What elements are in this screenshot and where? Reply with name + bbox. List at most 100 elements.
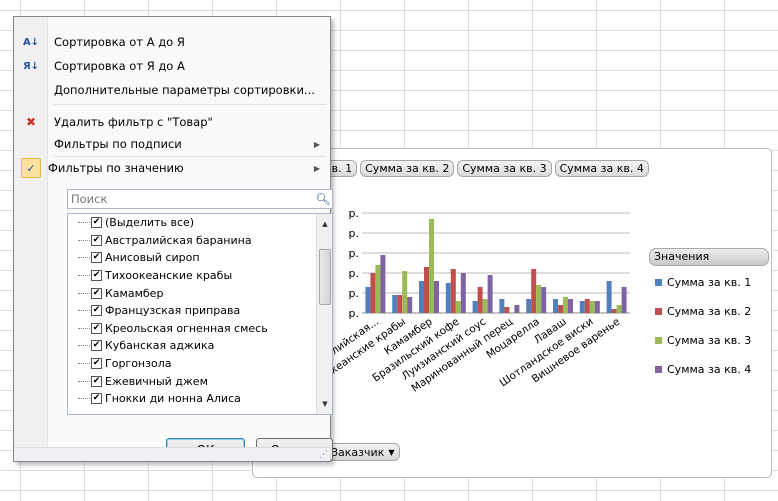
checkbox[interactable]: ✔ [91, 358, 102, 370]
filter-dropdown-menu: А↓ Сортировка от А до Я Я↓ Сортировка от Я … [13, 16, 333, 462]
bar[interactable] [541, 287, 547, 313]
list-item-label: Гнокки ди нонна Алиса [105, 392, 241, 406]
legend-label: Сумма за кв. 4 [667, 363, 752, 376]
checkbox[interactable]: ✔ [91, 252, 102, 264]
bar[interactable] [402, 271, 408, 313]
bar[interactable] [450, 269, 456, 313]
filter-value-list[interactable]: ✔ (Выделить все) ✔ Австралийская баранина ✔ А… [67, 213, 333, 415]
checkbox[interactable]: ✔ [91, 217, 102, 229]
checkbox[interactable]: ✔ [91, 287, 102, 299]
value-field-chip[interactable]: Сумма за кв. 2 [360, 160, 455, 177]
list-item-label: Тихоокеанские крабы [105, 269, 233, 283]
bar[interactable] [563, 297, 568, 313]
bar[interactable] [472, 301, 478, 313]
menu-item-5[interactable]: Фильтры по подписи ▶ [14, 133, 330, 155]
menu-item-2[interactable]: Я↓ Сортировка от Я до А [14, 55, 330, 77]
checkbox[interactable]: ✔ [91, 322, 102, 334]
clear-filter-icon: ✖ [25, 115, 37, 129]
scroll-thumb[interactable] [319, 249, 331, 305]
bar[interactable] [392, 295, 398, 313]
tree-line [78, 345, 90, 347]
checkbox[interactable]: ✔ [91, 340, 102, 352]
checkbox[interactable]: ✔ [91, 305, 102, 317]
bar[interactable] [589, 301, 595, 313]
bar[interactable] [531, 269, 537, 313]
list-item[interactable]: ✔ Креольская огненная смесь [68, 320, 332, 338]
checkbox[interactable]: ✔ [91, 375, 102, 387]
menu-separator [54, 156, 326, 157]
tree-line [78, 239, 90, 241]
list-item[interactable]: ✔ Тихоокеанские крабы [68, 267, 332, 285]
scroll-up-icon[interactable]: ▲ [317, 216, 332, 232]
checkbox[interactable]: ✔ [91, 234, 102, 246]
checkbox[interactable]: ✔ [91, 393, 102, 405]
bar[interactable] [504, 307, 510, 313]
value-field-chip[interactable]: Сумма за кв. 4 [554, 160, 649, 177]
bar[interactable] [536, 285, 542, 313]
legend-item[interactable]: Сумма за кв. 1 [655, 276, 751, 289]
bar[interactable] [487, 275, 493, 313]
bar[interactable] [579, 301, 585, 313]
bar[interactable] [419, 281, 424, 313]
search-input[interactable] [68, 191, 314, 207]
list-scrollbar[interactable]: ▲ ▼ [316, 214, 332, 414]
legend-title[interactable]: Значения [649, 248, 769, 266]
bar[interactable] [499, 299, 505, 313]
menu-item-4[interactable]: ✖ Удалить фильтр с "Товар" [14, 111, 330, 133]
bar[interactable] [621, 287, 627, 313]
search-box[interactable]: 🔍︎ [67, 189, 333, 209]
menu-item-6[interactable]: ✓ Фильтры по значению ▶ [14, 157, 330, 179]
bar[interactable] [424, 267, 429, 313]
bar[interactable] [594, 301, 600, 313]
legend-swatch [655, 279, 662, 286]
menu-item-3[interactable]: Дополнительные параметры сортировки... [14, 79, 330, 101]
search-icon[interactable]: 🔍︎ [314, 192, 332, 206]
bar[interactable] [482, 299, 488, 313]
bar[interactable] [407, 297, 413, 313]
bar[interactable] [365, 287, 371, 313]
list-item[interactable]: ✔ Кубанская аджика [68, 337, 332, 355]
bar[interactable] [584, 299, 590, 313]
list-item[interactable]: ✔ Австралийская баранина [68, 232, 332, 250]
bar[interactable] [514, 305, 520, 313]
bar[interactable] [606, 281, 612, 313]
bar[interactable] [477, 287, 483, 313]
checkmark-icon: ✓ [21, 158, 41, 178]
bar[interactable] [429, 219, 434, 313]
bar[interactable] [558, 305, 563, 313]
bar[interactable] [375, 265, 381, 313]
legend-item[interactable]: Сумма за кв. 3 [655, 334, 751, 347]
bar[interactable] [460, 273, 466, 313]
list-item[interactable]: ✔ Камамбер [68, 284, 332, 302]
list-item[interactable]: ✔ Ежевичный джем [68, 372, 332, 390]
bar[interactable] [455, 301, 461, 313]
list-item-label: Кубанская аджика [105, 339, 215, 353]
bar[interactable] [397, 295, 403, 313]
bar[interactable] [526, 299, 532, 313]
bar[interactable] [380, 255, 386, 313]
dropdown-arrow-icon: ▼ [388, 447, 395, 457]
bar[interactable] [434, 281, 439, 313]
bar[interactable] [611, 309, 617, 313]
legend-item[interactable]: Сумма за кв. 2 [655, 305, 751, 318]
list-item[interactable]: ✔ Французская приправа [68, 302, 332, 320]
tree-line [78, 380, 90, 382]
axis-field-button[interactable]: Заказчик ▼ [325, 443, 401, 461]
list-item[interactable]: ✔ Анисовый сироп [68, 249, 332, 267]
list-item-label: Креольская огненная смесь [105, 321, 268, 335]
tree-line [78, 222, 90, 224]
list-item[interactable]: ✔ Гнокки ди нонна Алиса [68, 390, 332, 408]
bar[interactable] [370, 273, 376, 313]
menu-item-1[interactable]: А↓ Сортировка от А до Я [14, 31, 330, 53]
bar[interactable] [616, 305, 622, 313]
checkbox[interactable]: ✔ [91, 270, 102, 282]
resize-grip-icon[interactable]: ⋰ [319, 450, 328, 460]
list-item[interactable]: ✔ Горгонзола [68, 355, 332, 373]
bar[interactable] [568, 299, 573, 313]
scroll-down-icon[interactable]: ▼ [317, 396, 332, 412]
bar[interactable] [445, 283, 451, 313]
legend-item[interactable]: Сумма за кв. 4 [655, 363, 751, 376]
value-field-chip[interactable]: Сумма за кв. 3 [457, 160, 552, 177]
bar[interactable] [553, 299, 558, 313]
list-item[interactable]: ✔ (Выделить все) [68, 214, 332, 232]
